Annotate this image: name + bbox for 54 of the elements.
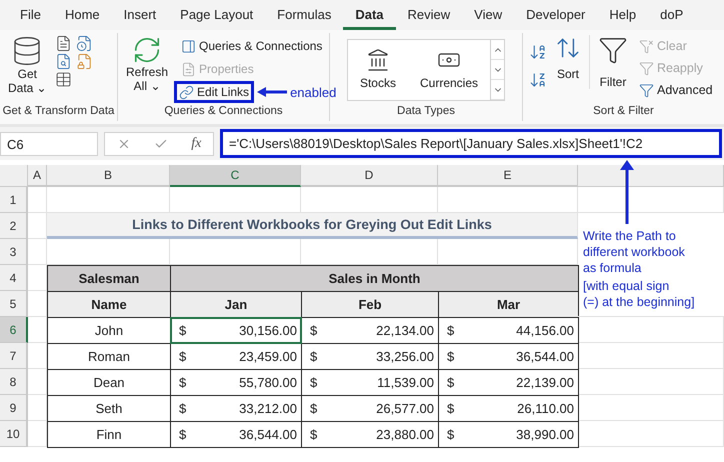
column-header[interactable]: E — [438, 165, 578, 187]
insert-function-button[interactable]: fx — [191, 136, 202, 152]
note-text: Write the Path to different workbook as formula — [583, 228, 686, 276]
header-cell: Sales in Month — [170, 265, 579, 292]
ribbon-button[interactable]: Queries & Connections — [176, 35, 336, 57]
row-header[interactable]: 3 — [0, 239, 28, 265]
header-cell: Salesman — [47, 265, 171, 292]
sort-button[interactable]: Sort — [553, 35, 583, 81]
row-header[interactable]: 7 — [0, 343, 28, 369]
ribbon-tab[interactable]: doP — [648, 0, 696, 30]
data-type-button[interactable]: Stocks — [348, 40, 408, 100]
ribbon-tab[interactable]: Review — [396, 0, 462, 30]
ribbon-tab[interactable]: Help — [597, 0, 648, 30]
row-header[interactable]: 9 — [0, 395, 28, 421]
group-label: Get & Transform Data — [2, 105, 116, 119]
column-header[interactable]: C — [170, 165, 301, 187]
ribbon-tab[interactable]: View — [462, 0, 514, 30]
name-box[interactable]: C6 — [0, 132, 98, 156]
header-cell: Name — [47, 291, 171, 318]
ribbon-button[interactable]: Edit Links — [174, 81, 254, 103]
callout-text: enabled — [290, 84, 336, 100]
row-header[interactable]: 4 — [0, 265, 28, 291]
ribbon-tab[interactable]: File — [8, 0, 53, 30]
sheet-title: Links to Different Workbooks for Greying Out Edit Links — [47, 213, 578, 239]
row-header[interactable]: 2 — [0, 213, 28, 239]
group-label: Data Types — [396, 105, 456, 119]
row-header[interactable]: 8 — [0, 369, 28, 395]
group-label: Queries & Connections — [163, 105, 284, 119]
note-text: [with equal sign (=) at the beginning] — [583, 278, 696, 310]
ribbon-button[interactable]: Advanced — [636, 79, 716, 101]
formula-field[interactable]: ='C:\Users\88019\Desktop\Sales Report\[January Sales.xlsx]Sheet1'!C2 — [220, 129, 722, 158]
ribbon-tab[interactable]: Home — [52, 0, 112, 30]
column-header[interactable]: B — [47, 165, 170, 187]
table-cell: $ 38,990.00 — [438, 421, 579, 448]
ribbon-tab[interactable]: Developer — [514, 0, 598, 30]
table-cell: Finn — [47, 421, 171, 448]
refresh-all-button[interactable]: Refresh All ⌄ — [124, 35, 170, 93]
column-header[interactable]: A — [28, 165, 47, 187]
ribbon-tab[interactable]: Formulas — [265, 0, 344, 30]
group-label: Sort & Filter — [592, 105, 655, 119]
row-header[interactable]: 1 — [0, 187, 28, 213]
header-cell: Jan — [170, 291, 302, 318]
data-type-button[interactable]: Currencies — [408, 40, 490, 100]
header-cell: Mar — [438, 291, 579, 318]
column-header[interactable]: D — [301, 165, 438, 187]
row-header[interactable]: 6 — [0, 317, 28, 343]
row-header[interactable]: 10 — [0, 421, 28, 447]
filter-button[interactable]: Filter — [589, 35, 630, 89]
ribbon-tab[interactable]: Page Layout — [168, 0, 266, 30]
ribbon-tab[interactable]: Insert — [112, 0, 168, 30]
table-cell: $ 30,156.00 — [170, 317, 302, 344]
header-cell: Feb — [301, 291, 439, 318]
get-data-button[interactable]: Get Data ⌄ — [6, 35, 49, 95]
row-header[interactable]: 5 — [0, 291, 28, 317]
